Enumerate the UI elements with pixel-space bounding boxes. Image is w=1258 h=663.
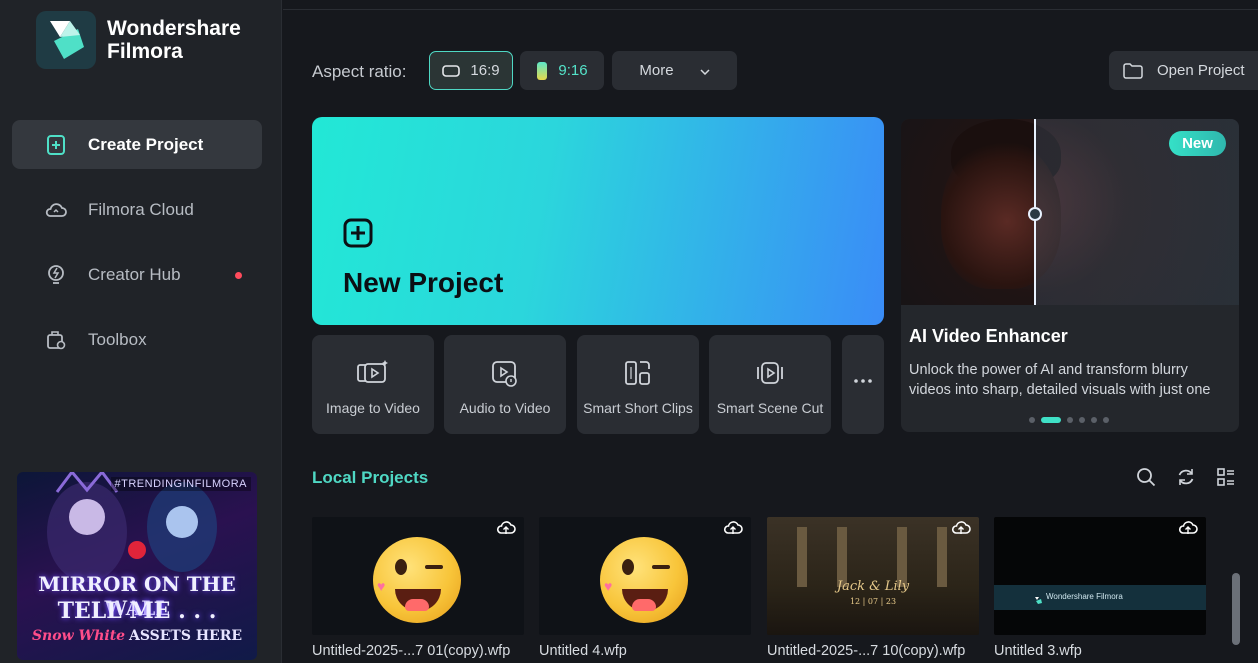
thumb-date: 12 | 07 | 23 [849,597,897,606]
cloud-upload-icon[interactable] [1178,520,1198,541]
chevron-down-icon [700,62,710,79]
ai-card-description: Unlock the power of AI and transform blu… [909,362,1211,398]
smart-scene-cut-icon [709,359,831,387]
smart-short-clips-icon [577,359,699,387]
promo-title-line2: TELL ME . . . [57,598,217,624]
compare-handle[interactable] [1028,207,1042,221]
ai-video-enhancer-card[interactable]: New AI Video Enhancer Unlock the power o… [901,119,1239,432]
lightbulb-icon [44,263,68,287]
app-name: Wondershare Filmora [107,17,241,63]
more-label: More [639,62,674,79]
wink-emoji-icon: ♥ [600,537,688,623]
open-project-label: Open Project [1157,62,1245,79]
scrollbar-thumb[interactable] [1232,573,1240,645]
app-name-line2: Filmora [107,40,183,63]
project-thumbnail[interactable]: ♥ [312,517,524,635]
project-thumbnail[interactable]: ♥ [539,517,751,635]
project-name[interactable]: Untitled-2025-...7 10(copy).wfp [767,643,965,659]
filmora-logo-icon [36,11,96,69]
app-name-line1: Wondershare [107,17,241,40]
new-project-card[interactable]: New Project [312,117,884,325]
wink-emoji-icon: ♥ [373,537,461,623]
plus-square-icon [343,218,373,253]
app-logo[interactable]: Wondershare Filmora [36,11,241,69]
sidebar-item-label: Create Project [88,134,204,154]
project-name[interactable]: Untitled 3.wfp [994,643,1082,659]
landscape-icon [442,64,461,77]
folder-icon [1123,62,1143,79]
tool-smart-short-clips[interactable]: Smart Short Clips [577,335,699,434]
promo-subtitle-a: Snow White [31,628,126,644]
wedding-thumbnail: Jack & Lily 12 | 07 | 23 [767,517,979,635]
tool-image-to-video[interactable]: Image to Video [312,335,434,434]
aspect-more-dropdown[interactable]: More [612,51,737,90]
local-projects-title: Local Projects [312,468,429,487]
new-badge: New [1169,131,1226,156]
carousel-dots [1029,417,1115,423]
project-thumbnail[interactable]: Jack & Lily 12 | 07 | 23 [767,517,979,635]
plus-square-icon [44,133,68,157]
filmora-logo-icon [1034,592,1043,610]
sidebar-item-label: Filmora Cloud [88,199,194,219]
list-view-icon[interactable] [1215,466,1237,488]
open-project-button[interactable]: Open Project [1109,51,1258,90]
sidebar-item-label: Toolbox [88,329,147,349]
toolbox-icon [44,328,68,352]
portrait-icon [536,61,548,81]
promo-tag: #TRENDINGINFILMORA [110,477,251,491]
top-divider [283,9,1258,10]
sidebar-item-toolbox[interactable]: Toolbox [12,315,262,364]
cloud-upload-icon[interactable] [496,520,516,541]
aspect-9-16-button[interactable]: 9:16 [520,51,604,90]
promo-banner[interactable]: #TRENDINGINFILMORA MIRROR ON THE WALL TE… [17,472,257,660]
carousel-dot-active[interactable] [1041,417,1061,423]
carousel-dot[interactable] [1079,417,1085,423]
project-thumbnail[interactable]: Wondershare Filmora [994,517,1206,635]
tools-more-button[interactable] [842,335,884,434]
tool-smart-scene-cut[interactable]: Smart Scene Cut [709,335,831,434]
ellipsis-icon [842,379,884,383]
tool-label: Smart Scene Cut [716,400,824,416]
thumb-text: Wondershare Filmora [1046,592,1123,601]
sidebar-item-filmora-cloud[interactable]: Filmora Cloud [12,185,262,234]
aspect-16-9-label: 16:9 [470,62,500,79]
aspect-16-9-button[interactable]: 16:9 [429,51,513,90]
promo-subtitle-b: ASSETS HERE [128,628,243,644]
project-name[interactable]: Untitled 4.wfp [539,643,627,659]
sidebar-item-label: Creator Hub [88,264,181,284]
refresh-icon[interactable] [1175,466,1197,488]
project-name[interactable]: Untitled-2025-...7 01(copy).wfp [312,643,510,659]
image-to-video-icon [312,359,434,387]
ai-enhancer-preview: New [901,119,1239,305]
local-projects-toolbar [1135,466,1255,488]
search-icon[interactable] [1135,466,1157,488]
carousel-dot[interactable] [1029,417,1035,423]
cloud-upload-icon[interactable] [951,520,971,541]
aspect-9-16-label: 9:16 [558,62,588,79]
sidebar: Wondershare Filmora Create Project Filmo… [0,0,282,663]
cloud-upload-icon[interactable] [723,520,743,541]
tool-label: Image to Video [326,400,420,416]
cloud-icon [44,198,68,222]
carousel-dot[interactable] [1067,417,1073,423]
tool-audio-to-video[interactable]: Audio to Video [444,335,566,434]
carousel-dot[interactable] [1103,417,1109,423]
promo-subtitle: Snow White ASSETS HERE [17,627,257,644]
filmora-banner-thumbnail: Wondershare Filmora [994,585,1206,610]
sidebar-item-creator-hub[interactable]: Creator Hub [12,250,262,299]
tool-label: Audio to Video [459,400,551,416]
thumb-text: Jack & Lily [836,579,910,594]
carousel-dot[interactable] [1091,417,1097,423]
notification-dot [235,272,242,279]
new-project-title: New Project [343,267,504,298]
sidebar-item-create-project[interactable]: Create Project [12,120,262,169]
tool-label: Smart Short Clips [583,400,693,416]
sidebar-nav: Create Project Filmora Cloud Creator Hub… [12,120,262,380]
audio-to-video-icon [444,359,566,387]
ai-card-title: AI Video Enhancer [909,326,1068,346]
aspect-ratio-label: Aspect ratio: [312,62,407,81]
